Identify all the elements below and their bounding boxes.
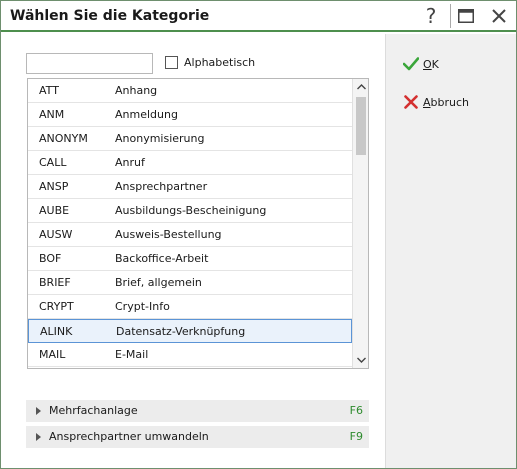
title-bar: Wählen Sie die Kategorie ?: [1, 1, 516, 32]
expand-arrow-icon: [36, 407, 41, 415]
category-code: ALINK: [40, 325, 73, 338]
scrollbar-thumb[interactable]: [356, 97, 366, 155]
list-item[interactable]: CRYPT Crypt-Info: [28, 295, 352, 319]
category-code: ANONYM: [39, 132, 88, 145]
list-item[interactable]: MAIL E-Mail: [28, 343, 352, 367]
list-item[interactable]: ATT Anhang: [28, 79, 352, 103]
cross-icon: [402, 93, 420, 111]
cancel-label: Abbruch: [423, 95, 470, 109]
category-code: BOF: [39, 252, 62, 265]
category-code: AUSW: [39, 228, 73, 241]
help-icon: ?: [425, 4, 437, 28]
alphabetical-checkbox[interactable]: [165, 56, 178, 69]
title-separator: [450, 4, 451, 28]
vertical-scrollbar[interactable]: [352, 79, 368, 368]
category-code: BRIEF: [39, 276, 71, 289]
close-button[interactable]: [485, 4, 513, 28]
category-list[interactable]: ATT Anhang ANM Anmeldung ANONYM Anonymis…: [27, 78, 369, 369]
dialog-window: Wählen Sie die Kategorie ? Alphabetisch …: [0, 0, 517, 469]
chevron-down-icon: [356, 357, 366, 363]
expand-arrow-icon: [36, 433, 41, 441]
category-code: CALL: [39, 156, 67, 169]
list-item-selected[interactable]: ALINK Datensatz-Verknüpfung: [28, 319, 352, 343]
button-panel: OK Abbruch: [385, 34, 516, 468]
category-name: Backoffice-Arbeit: [115, 252, 209, 265]
category-code: MAIL: [39, 348, 66, 361]
list-item[interactable]: ANONYM Anonymisierung: [28, 127, 352, 151]
main-content: Alphabetisch ATT Anhang ANM Anmeldung AN…: [2, 34, 385, 468]
cancel-button[interactable]: Abbruch: [402, 91, 502, 113]
category-code: AUBE: [39, 204, 70, 217]
category-name: Ausweis-Bestellung: [115, 228, 222, 241]
category-name: Ausbildungs-Bescheinigung: [115, 204, 267, 217]
category-name: Anonymisierung: [115, 132, 205, 145]
search-input[interactable]: [26, 53, 153, 74]
list-item[interactable]: ANSP Ansprechpartner: [28, 175, 352, 199]
scroll-up-button[interactable]: [353, 79, 368, 95]
check-icon: [402, 55, 420, 73]
maximize-button[interactable]: [452, 4, 480, 28]
scroll-down-button[interactable]: [353, 352, 368, 368]
list-item[interactable]: BRIEF Brief, allgemein: [28, 271, 352, 295]
list-item[interactable]: CALL Anruf: [28, 151, 352, 175]
action-label: Mehrfachanlage: [49, 404, 138, 417]
shortcut-key: F9: [349, 430, 363, 443]
ok-label: OK: [423, 57, 439, 71]
category-name: E-Mail: [115, 348, 149, 361]
list-item[interactable]: BOF Backoffice-Arbeit: [28, 247, 352, 271]
action-mehrfachanlage[interactable]: Mehrfachanlage F6: [26, 400, 369, 422]
category-code: ANSP: [39, 180, 69, 193]
alphabetical-label: Alphabetisch: [184, 56, 256, 69]
category-name: Crypt-Info: [115, 300, 170, 313]
list-item[interactable]: AUBE Ausbildungs-Bescheinigung: [28, 199, 352, 223]
category-name: Ansprechpartner: [115, 180, 208, 193]
category-code: ATT: [39, 84, 59, 97]
maximize-icon: [458, 9, 474, 23]
category-name: Datensatz-Verknüpfung: [116, 325, 246, 338]
chevron-up-icon: [356, 84, 366, 90]
category-code: CRYPT: [39, 300, 74, 313]
dialog-title: Wählen Sie die Kategorie: [10, 8, 210, 24]
shortcut-key: F6: [349, 404, 363, 417]
ok-button[interactable]: OK: [402, 53, 502, 75]
category-name: Anmeldung: [115, 108, 178, 121]
category-name: Anruf: [115, 156, 145, 169]
close-icon: [492, 9, 506, 23]
action-label: Ansprechpartner umwandeln: [49, 430, 209, 443]
category-name: Anhang: [115, 84, 158, 97]
help-button[interactable]: ?: [417, 4, 445, 28]
action-ansprechpartner-umwandeln[interactable]: Ansprechpartner umwandeln F9: [26, 426, 369, 448]
category-code: ANM: [39, 108, 65, 121]
list-item[interactable]: AUSW Ausweis-Bestellung: [28, 223, 352, 247]
category-name: Brief, allgemein: [115, 276, 202, 289]
list-item[interactable]: ANM Anmeldung: [28, 103, 352, 127]
